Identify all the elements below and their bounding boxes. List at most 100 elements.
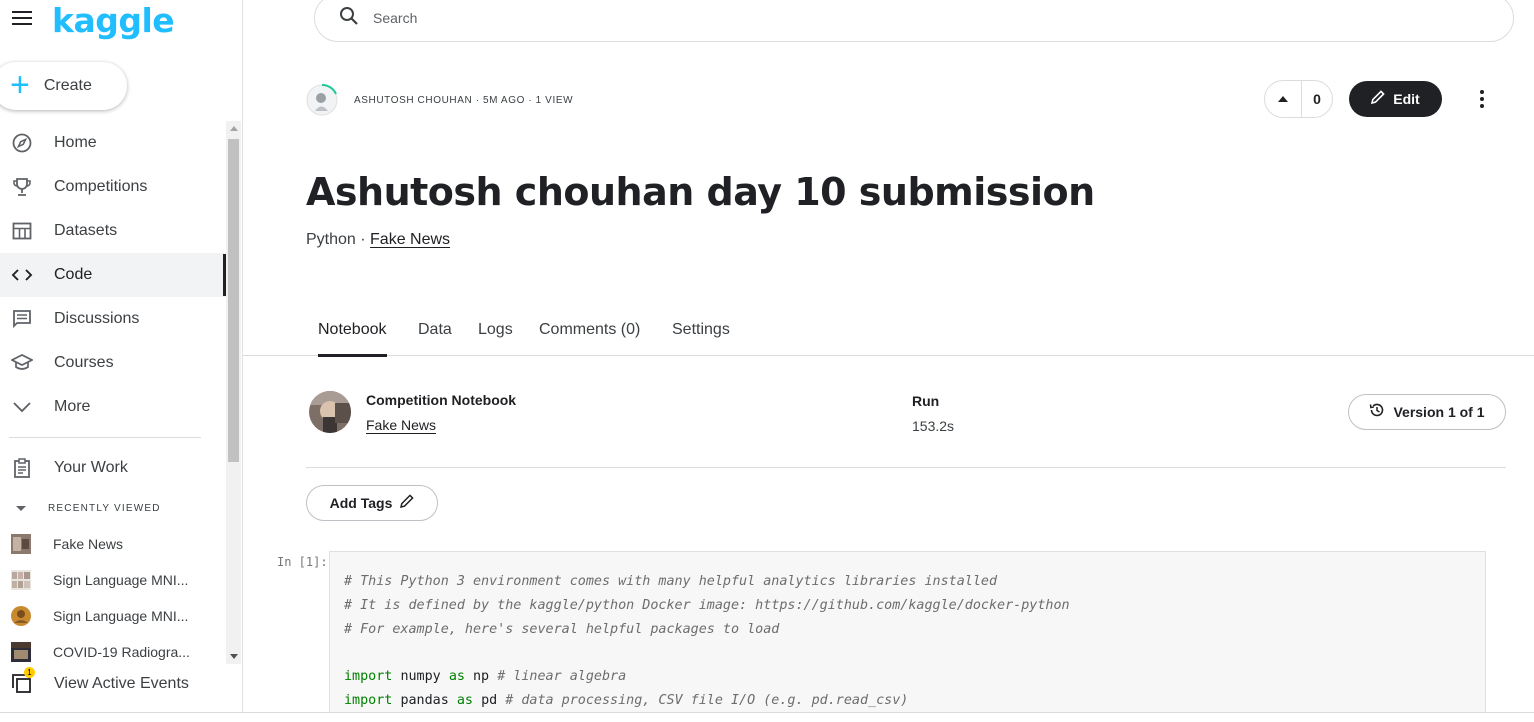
notebook-tabs: Notebook Data Logs Comments (0) Settings	[243, 315, 1534, 357]
search-icon	[339, 6, 359, 31]
notebook-subtitle: Python · Fake News	[306, 231, 450, 249]
run-time: 153.2s	[912, 418, 955, 434]
scrollbar-thumb[interactable]	[228, 139, 239, 462]
author-meta: ASHUTOSH CHOUHAN · 5M AGO · 1 VIEW	[354, 94, 574, 106]
trophy-icon	[11, 176, 33, 198]
recent-item[interactable]: Fake News	[0, 526, 226, 562]
sidebar-item-your-work[interactable]: Your Work	[0, 446, 226, 490]
edit-label: Edit	[1393, 91, 1420, 107]
kaggle-logo[interactable]: kaggle	[52, 1, 175, 40]
competition-link[interactable]: Fake News	[370, 231, 450, 248]
sidebar-item-label: Discussions	[54, 310, 140, 327]
scroll-up-arrow-icon[interactable]	[230, 126, 238, 131]
competition-link[interactable]: Fake News	[366, 417, 436, 433]
recent-item[interactable]: COVID-19 Radiogra...	[0, 634, 226, 670]
competition-avatar[interactable]	[309, 391, 351, 433]
version-button[interactable]: Version 1 of 1	[1348, 394, 1506, 430]
add-tags-button[interactable]: Add Tags	[306, 485, 438, 521]
sidebar-item-label: Datasets	[54, 222, 118, 239]
arrow-up-icon	[1278, 96, 1288, 102]
menu-icon[interactable]	[12, 11, 32, 27]
sidebar-item-courses[interactable]: Courses	[0, 341, 226, 385]
sidebar-item-label: Code	[54, 266, 93, 283]
author-row: ASHUTOSH CHOUHAN · 5M AGO · 1 VIEW	[306, 83, 574, 116]
sidebar-item-discussions[interactable]: Discussions	[0, 297, 226, 341]
language-label: Python	[306, 231, 356, 248]
sidebar-scrollbar[interactable]	[226, 121, 241, 664]
search-bar[interactable]	[314, 0, 1514, 42]
edit-button[interactable]: Edit	[1349, 81, 1442, 117]
pencil-icon	[400, 493, 415, 513]
recently-viewed-title: RECENTLY VIEWED	[48, 502, 161, 514]
notebook-kind: Competition Notebook	[366, 392, 517, 408]
run-label: Run	[912, 393, 940, 409]
chevron-down-icon	[11, 396, 33, 418]
add-tags-label: Add Tags	[329, 495, 393, 511]
sidebar-divider	[9, 437, 201, 438]
code-line: import pandas as pd # data processing, C…	[344, 692, 909, 708]
clipboard-icon	[11, 457, 33, 479]
events-icon: 1	[11, 667, 35, 695]
sidebar-item-label: More	[54, 398, 91, 415]
tab-settings[interactable]: Settings	[672, 321, 730, 356]
code-line: # This Python 3 environment comes with m…	[344, 574, 998, 589]
sidebar-item-label: Competitions	[54, 178, 148, 195]
recent-item[interactable]: Sign Language MNI...	[0, 562, 226, 598]
recently-viewed-header[interactable]: RECENTLY VIEWED	[0, 490, 226, 526]
recent-item-label: Sign Language MNI...	[53, 572, 189, 588]
search-input[interactable]	[373, 10, 973, 26]
sidebar-item-datasets[interactable]: Datasets	[0, 209, 226, 253]
bottom-bar	[0, 712, 1534, 722]
sidebar-item-label: Your Work	[54, 459, 128, 476]
school-icon	[11, 352, 33, 374]
covid-thumbnail-icon	[11, 642, 31, 662]
sidebar-item-label: Courses	[54, 354, 114, 371]
pencil-icon	[1371, 89, 1385, 109]
compass-icon	[11, 132, 33, 154]
history-icon	[1369, 402, 1385, 423]
tab-logs[interactable]: Logs	[478, 321, 513, 356]
tab-data[interactable]: Data	[418, 321, 452, 356]
sidebar-item-label: Home	[54, 134, 97, 151]
recent-item[interactable]: Sign Language MNI...	[0, 598, 226, 634]
caret-down-icon	[16, 505, 26, 511]
create-button[interactable]: + Create	[0, 62, 127, 110]
sidebar-item-home[interactable]: Home	[0, 121, 226, 165]
more-options-icon[interactable]	[1470, 87, 1494, 111]
sidebar-item-more[interactable]: More	[0, 385, 226, 429]
scroll-down-arrow-icon[interactable]	[230, 654, 238, 659]
sidebar-nav: Home Competitions Datasets Code Discussi…	[0, 121, 226, 670]
sidebar-item-code[interactable]: Code	[0, 253, 226, 297]
view-active-events[interactable]: 1 View Active Events	[11, 667, 189, 700]
recent-item-label: Fake News	[53, 536, 124, 552]
tab-notebook[interactable]: Notebook	[318, 321, 387, 357]
separator: ·	[355, 231, 371, 248]
code-line: import numpy as np # linear algebra	[344, 669, 627, 685]
create-label: Create	[43, 77, 92, 94]
page-title: Ashutosh chouhan day 10 submission	[306, 170, 1095, 214]
plus-icon: +	[10, 65, 30, 104]
comments-icon	[11, 308, 33, 330]
view-active-events-label: View Active Events	[54, 675, 189, 692]
sign-language-thumbnail-icon	[11, 570, 31, 590]
events-badge: 1	[24, 667, 35, 678]
fake-news-thumbnail-icon	[11, 534, 31, 554]
sidebar-item-competitions[interactable]: Competitions	[0, 165, 226, 209]
recent-item-label: Sign Language MNI...	[53, 608, 189, 624]
code-icon	[11, 264, 33, 286]
sign-language-avatar-icon	[11, 606, 31, 626]
tab-comments[interactable]: Comments (0)	[539, 321, 640, 356]
sidebar: kaggle + Create Home Competitions Datase…	[0, 0, 243, 722]
vote-count: 0	[1313, 91, 1321, 107]
upvote-button[interactable]	[1265, 81, 1302, 117]
code-cell[interactable]: # This Python 3 environment comes with m…	[329, 551, 1486, 722]
recent-item-label: COVID-19 Radiogra...	[53, 644, 190, 660]
code-line: # For example, here's several helpful pa…	[344, 621, 780, 637]
version-label: Version 1 of 1	[1393, 404, 1485, 420]
notebook-info: Competition Notebook Fake News Run 153.2…	[306, 388, 1506, 468]
vote-widget: 0	[1264, 80, 1333, 118]
cell-prompt: In [1]:	[277, 555, 328, 569]
author-avatar[interactable]	[306, 83, 338, 116]
table-icon	[11, 220, 33, 242]
